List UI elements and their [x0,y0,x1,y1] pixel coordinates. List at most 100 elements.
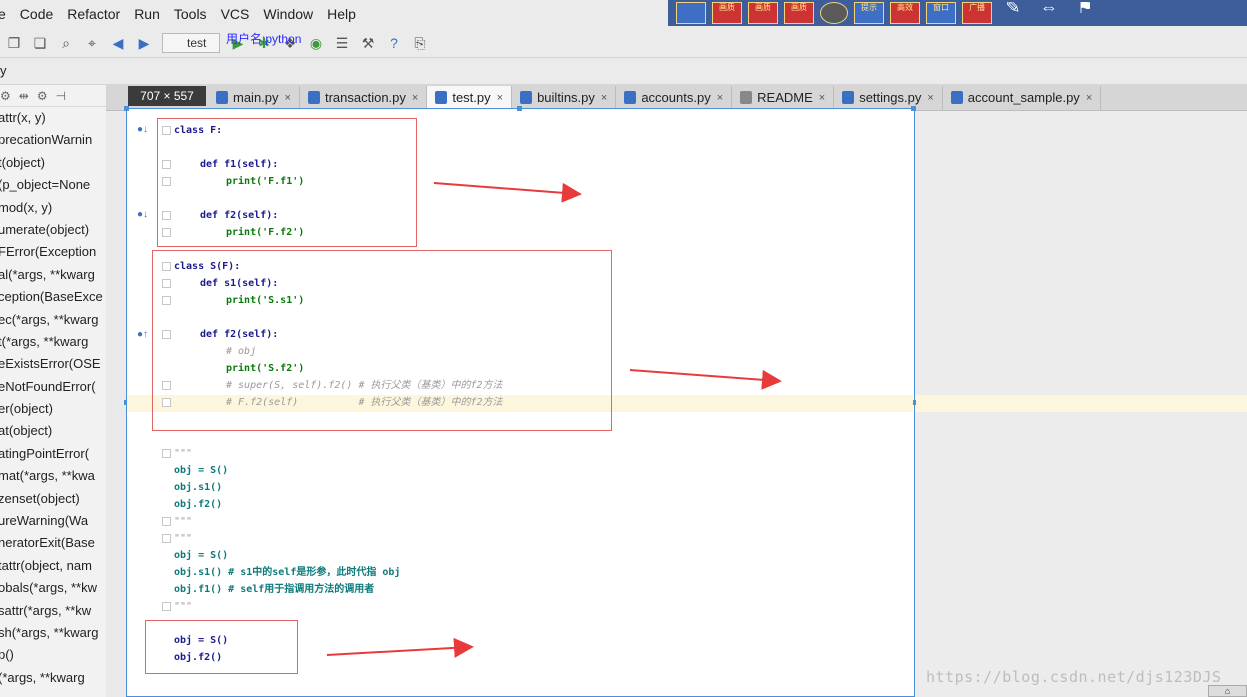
structure-item[interactable]: ception(BaseExce [0,286,106,308]
structure-item[interactable]: zenset(object) [0,488,106,510]
pen-icon[interactable]: ✎ [998,2,1028,24]
recorder-button[interactable]: 画质 [712,2,742,24]
tab-account-sample-py[interactable]: account_sample.py × [943,85,1102,110]
split-icon[interactable]: ⇹ [19,89,29,103]
structure-item[interactable]: t(object) [0,152,106,174]
code-line[interactable]: obj = S() [174,465,228,477]
flag-icon[interactable]: ⚑ [1070,2,1100,24]
code-line[interactable]: obj = S() [174,550,228,562]
structure-item[interactable]: eNotFoundError( [0,376,106,398]
structure-item[interactable]: mat(*args, **kwa [0,465,106,487]
tab-builtins-py[interactable]: builtins.py × [512,85,617,110]
structure-item[interactable]: sh(*args, **kwarg [0,622,106,644]
search-icon[interactable]: ⌕ [58,35,74,51]
fold-marker-icon[interactable] [162,449,171,458]
structure-item[interactable]: precationWarnin [0,129,106,151]
structure-item[interactable]: sattr(*args, **kw [0,600,106,622]
close-icon[interactable]: × [717,92,723,104]
resize-handle[interactable] [517,106,522,111]
profile-icon[interactable]: ◉ [308,35,324,51]
structure-item[interactable]: er(object) [0,398,106,420]
menu-tools[interactable]: Tools [174,6,207,22]
menu-refactor[interactable]: Refactor [67,6,120,22]
menu-help[interactable]: Help [327,6,356,22]
resize-handle[interactable] [911,106,916,111]
gear-icon[interactable]: ⚙ [37,89,48,103]
recorder-button[interactable] [676,2,706,24]
recorder-button[interactable]: 画质 [784,2,814,24]
fold-marker-icon[interactable] [162,534,171,543]
vcs-icon[interactable]: ⎘ [412,35,428,51]
menu-edit[interactable]: e [0,6,6,22]
structure-item[interactable]: eExistsError(OSE [0,353,106,375]
structure-item[interactable]: tattr(object, nam [0,555,106,577]
code-line[interactable]: obj.f2() [174,499,222,511]
code-line[interactable]: obj.s1() [174,482,222,494]
structure-item[interactable]: al(*args, **kwarg [0,264,106,286]
tab-transaction-py[interactable]: transaction.py × [300,85,428,110]
structure-item[interactable]: ureWarning(Wa [0,510,106,532]
breadcrumb-item[interactable]: y [0,63,7,78]
code-line[interactable]: """ [174,601,192,613]
code-line[interactable]: """ [174,448,192,460]
menu-window[interactable]: Window [263,6,313,22]
structure-item[interactable]: obals(*args, **kw [0,577,106,599]
menu-vcs[interactable]: VCS [221,6,250,22]
structure-item[interactable]: FError(Exception [0,241,106,263]
close-icon[interactable]: × [412,92,418,104]
close-icon[interactable]: × [927,92,933,104]
close-icon[interactable]: × [601,92,607,104]
help-icon[interactable]: ? [386,35,402,51]
close-icon[interactable]: × [819,92,825,104]
overriding-marker-icon[interactable]: ●↑ [137,329,148,340]
fold-marker-icon[interactable] [162,517,171,526]
close-icon[interactable]: × [1086,92,1092,104]
record-icon[interactable] [820,2,848,24]
code-line[interactable]: obj.s1() # s1中的self是形参，此时代指 obj [174,567,400,579]
back-arrow-icon[interactable]: ◀ [110,35,126,51]
structure-item[interactable]: t(*args, **kwarg [0,331,106,353]
close-icon[interactable]: × [497,92,503,104]
tab-test-py[interactable]: test.py × [427,85,513,110]
tab-main-py[interactable]: main.py × [208,85,300,110]
menu-code[interactable]: Code [20,6,53,22]
structure-item[interactable]: neratorExit(Base [0,532,106,554]
swap-arrows-icon[interactable]: ⇔ [1034,2,1064,24]
settings-wrench-icon[interactable]: ⚒ [360,35,376,51]
replace-icon[interactable]: ⌖ [84,35,100,51]
code-line[interactable]: """ [174,533,192,545]
run-config-select[interactable]: test [162,32,220,53]
resize-handle[interactable] [124,106,129,111]
recorder-button[interactable]: 窗口 [926,2,956,24]
tab-settings-py[interactable]: settings.py × [834,85,943,110]
code-line[interactable]: obj.f1() # self用于指调用方法的调用者 [174,584,374,596]
override-marker-icon[interactable]: ●↓ [137,209,148,220]
code-line[interactable]: """ [174,516,192,528]
recorder-button[interactable]: 画质 [748,2,778,24]
fold-marker-icon[interactable] [162,602,171,611]
close-icon[interactable]: × [285,92,291,104]
build-icon[interactable]: ☰ [334,35,350,51]
tab-accounts-py[interactable]: accounts.py × [616,85,733,110]
collapse-icon[interactable]: ⊣ [56,89,66,103]
override-marker-icon[interactable]: ●↓ [137,124,148,135]
structure-item[interactable]: attr(x, y) [0,107,106,129]
menu-run[interactable]: Run [134,6,160,22]
bottom-panel-tab[interactable]: ⌂ [1208,685,1247,697]
copy-icon[interactable]: ❐ [6,35,22,51]
structure-item[interactable]: umerate(object) [0,219,106,241]
recorder-button[interactable]: 提示 [854,2,884,24]
structure-item[interactable]: p() [0,644,106,666]
recorder-button[interactable]: 广播 [962,2,992,24]
forward-arrow-icon[interactable]: ▶ [136,35,152,51]
tab-readme[interactable]: README × [732,85,835,110]
recorder-button[interactable]: 高效 [890,2,920,24]
structure-item[interactable]: ec(*args, **kwarg [0,309,106,331]
structure-item[interactable]: mod(x, y) [0,197,106,219]
structure-item[interactable]: at(object) [0,420,106,442]
structure-item[interactable]: (p_object=None [0,174,106,196]
paste-icon[interactable]: ❏ [32,35,48,51]
settings-icon[interactable]: ⚙ [0,89,11,103]
structure-item[interactable]: (*args, **kwarg [0,667,106,689]
structure-item[interactable]: atingPointError( [0,443,106,465]
